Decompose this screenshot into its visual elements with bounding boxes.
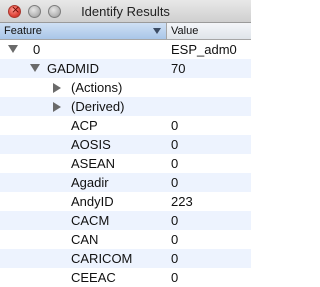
- row-feature: ACP: [71, 118, 98, 133]
- table-row[interactable]: ASEAN 0: [0, 154, 251, 173]
- row-value: 0: [171, 175, 179, 190]
- tree-row-actions[interactable]: (Actions): [0, 78, 251, 97]
- disclosure-collapsed-icon[interactable]: [53, 102, 61, 112]
- column-header: Feature Value: [0, 23, 251, 40]
- row-value: 0: [171, 232, 179, 247]
- tree-row-root[interactable]: 0 ESP_adm0: [0, 40, 251, 59]
- row-feature: CACM: [71, 213, 110, 228]
- row-value: ESP_adm0: [171, 42, 237, 57]
- sort-descending-icon: [153, 28, 161, 34]
- identify-results-window: Identify Results Feature Value 0 ESP_adm…: [0, 0, 251, 285]
- row-value: 223: [171, 194, 193, 209]
- row-feature: ASEAN: [71, 156, 116, 171]
- row-value: 0: [171, 213, 179, 228]
- table-row[interactable]: CACM 0: [0, 211, 251, 230]
- row-value: 0: [171, 270, 179, 285]
- table-row[interactable]: CARICOM 0: [0, 249, 251, 268]
- table-row[interactable]: AndyID 223: [0, 192, 251, 211]
- disclosure-expanded-icon[interactable]: [30, 64, 40, 72]
- row-feature: AOSIS: [71, 137, 111, 152]
- tree-row-gadmid[interactable]: GADMID 70: [0, 59, 251, 78]
- row-value: 0: [171, 118, 179, 133]
- row-feature: (Actions): [71, 80, 123, 95]
- row-feature: 0: [33, 42, 41, 57]
- row-feature: CEEAC: [71, 270, 116, 285]
- disclosure-collapsed-icon[interactable]: [53, 83, 61, 93]
- title-bar[interactable]: Identify Results: [0, 0, 251, 23]
- row-feature: CAN: [71, 232, 99, 247]
- row-feature: AndyID: [71, 194, 114, 209]
- tree-row-derived[interactable]: (Derived): [0, 97, 251, 116]
- row-value: 0: [171, 137, 179, 152]
- row-feature: (Derived): [71, 99, 125, 114]
- row-feature: GADMID: [47, 61, 99, 76]
- feature-column-label: Feature: [4, 25, 42, 37]
- row-value: 0: [171, 156, 179, 171]
- table-row[interactable]: Agadir 0: [0, 173, 251, 192]
- table-row[interactable]: CEEAC 0: [0, 268, 251, 287]
- row-feature: Agadir: [71, 175, 109, 190]
- row-feature: CARICOM: [71, 251, 133, 266]
- table-row[interactable]: CAN 0: [0, 230, 251, 249]
- value-column-header[interactable]: Value: [171, 25, 198, 37]
- row-value: 0: [171, 251, 179, 266]
- table-row[interactable]: ACP 0: [0, 116, 251, 135]
- window-title: Identify Results: [81, 4, 170, 19]
- disclosure-expanded-icon[interactable]: [8, 45, 18, 53]
- row-value: 70: [171, 61, 186, 76]
- table-row[interactable]: AOSIS 0: [0, 135, 251, 154]
- feature-column-header[interactable]: Feature: [0, 23, 167, 39]
